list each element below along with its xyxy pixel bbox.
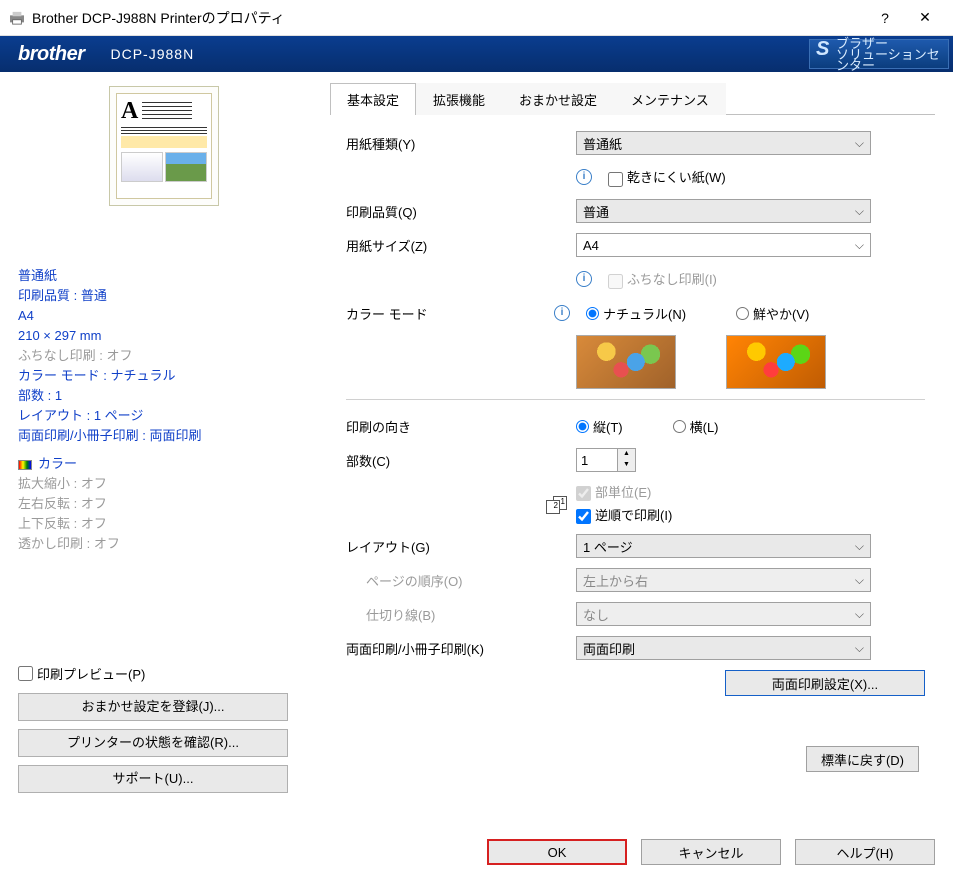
quality-label: 印刷品質(Q) — [346, 202, 576, 221]
spinner-up-icon[interactable]: ▲ — [618, 449, 635, 460]
borderless-checkbox[interactable]: ふちなし印刷(I) — [608, 269, 717, 288]
landscape-radio[interactable]: 横(L) — [673, 417, 719, 436]
spinner-down-icon[interactable]: ▼ — [618, 460, 635, 471]
layout-select[interactable]: 1 ページ — [576, 534, 871, 558]
reset-defaults-button[interactable]: 標準に戻す(D) — [806, 746, 919, 772]
paper-size-label: 用紙サイズ(Z) — [346, 236, 576, 255]
summary-color: カラー — [18, 454, 310, 474]
summary-size: A4 — [18, 306, 310, 326]
cancel-button[interactable]: キャンセル — [641, 839, 781, 865]
summary-flip: 上下反転 : オフ — [18, 514, 310, 534]
tab-bar: 基本設定 拡張機能 おまかせ設定 メンテナンス — [330, 82, 935, 115]
portrait-radio[interactable]: 縦(T) — [576, 417, 623, 436]
tab-maintenance[interactable]: メンテナンス — [614, 83, 726, 115]
summary-media: 普通紙 — [18, 266, 310, 286]
window-title: Brother DCP-J988N Printerのプロパティ — [32, 8, 865, 28]
close-button[interactable]: ✕ — [905, 3, 945, 33]
duplex-settings-button[interactable]: 両面印刷設定(X)... — [725, 670, 925, 696]
info-icon[interactable]: i — [576, 271, 592, 287]
layout-label: レイアウト(G) — [346, 537, 576, 556]
page-order-label: ページの順序(O) — [346, 571, 576, 590]
titlebar: Brother DCP-J988N Printerのプロパティ ? ✕ — [0, 0, 953, 36]
summary-quality: 印刷品質 : 普通 — [18, 286, 310, 306]
printer-icon — [8, 11, 26, 25]
reverse-order-checkbox[interactable]: 逆順で印刷(I) — [576, 505, 672, 524]
color-mode-label: カラー モード — [346, 304, 576, 323]
settings-summary: 普通紙 印刷品質 : 普通 A4 210 × 297 mm ふちなし印刷 : オ… — [18, 266, 310, 554]
brand-bar: brother DCP-J988N S ブラザーソリューションセンター — [0, 36, 953, 72]
orientation-label: 印刷の向き — [346, 417, 576, 436]
vivid-thumbnail — [726, 335, 826, 389]
solutions-center-button[interactable]: S ブラザーソリューションセンター — [809, 39, 949, 69]
summary-layout: レイアウト : 1 ページ — [18, 406, 310, 426]
help-button[interactable]: ヘルプ(H) — [795, 839, 935, 865]
media-type-select[interactable]: 普通紙 — [576, 131, 871, 155]
print-preview-checkbox[interactable]: 印刷プレビュー(P) — [18, 664, 310, 683]
tab-advanced[interactable]: 拡張機能 — [416, 83, 502, 115]
brother-logo: brother — [18, 43, 85, 66]
summary-dims: 210 × 297 mm — [18, 326, 310, 346]
copies-input[interactable] — [577, 449, 617, 471]
media-type-label: 用紙種類(Y) — [346, 134, 576, 153]
copies-label: 部数(C) — [346, 451, 576, 470]
info-icon[interactable]: i — [554, 305, 570, 321]
summary-copies: 部数 : 1 — [18, 386, 310, 406]
summary-mirror: 左右反転 : オフ — [18, 494, 310, 514]
summary-borderless: ふちなし印刷 : オフ — [18, 346, 310, 366]
color-vivid-radio[interactable]: 鮮やか(V) — [736, 304, 809, 323]
preview-thumbnail: A — [109, 86, 219, 206]
register-preset-button[interactable]: おまかせ設定を登録(J)... — [18, 693, 288, 721]
help-button[interactable]: ? — [865, 3, 905, 33]
page-order-select: 左上から右 — [576, 568, 871, 592]
model-name: DCP-J988N — [111, 46, 195, 62]
tab-presets[interactable]: おまかせ設定 — [502, 83, 614, 115]
quality-select[interactable]: 普通 — [576, 199, 871, 223]
summary-scale: 拡大縮小 : オフ — [18, 474, 310, 494]
duplex-select[interactable]: 両面印刷 — [576, 636, 871, 660]
info-icon[interactable]: i — [576, 169, 592, 185]
summary-duplex: 両面印刷/小冊子印刷 : 両面印刷 — [18, 426, 310, 446]
border-line-label: 仕切り線(B) — [346, 605, 576, 624]
divider — [346, 399, 925, 400]
natural-thumbnail — [576, 335, 676, 389]
printer-status-button[interactable]: プリンターの状態を確認(R)... — [18, 729, 288, 757]
summary-watermark: 透かし印刷 : オフ — [18, 534, 310, 554]
border-line-select: なし — [576, 602, 871, 626]
dialog-button-bar: OK キャンセル ヘルプ(H) — [487, 839, 935, 865]
sidebar: A 普通紙 印刷品質 : 普通 A4 210 × 297 mm ふちなし印刷 :… — [0, 72, 320, 832]
main-panel: 基本設定 拡張機能 おまかせ設定 メンテナンス 用紙種類(Y) 普通紙 i 乾き… — [320, 72, 953, 832]
copies-spinner[interactable]: ▲▼ — [576, 448, 636, 472]
duplex-label: 両面印刷/小冊子印刷(K) — [346, 639, 576, 658]
color-swatch-icon — [18, 460, 32, 470]
summary-colormode: カラー モード : ナチュラル — [18, 366, 310, 386]
collate-checkbox[interactable]: 部単位(E) — [576, 482, 651, 501]
solutions-s-icon: S — [816, 44, 829, 55]
tab-basic[interactable]: 基本設定 — [330, 83, 416, 115]
ok-button[interactable]: OK — [487, 839, 627, 865]
color-natural-radio[interactable]: ナチュラル(N) — [586, 304, 686, 323]
support-button[interactable]: サポート(U)... — [18, 765, 288, 793]
paper-size-select[interactable]: A4 — [576, 233, 871, 257]
slow-dry-checkbox[interactable]: 乾きにくい紙(W) — [608, 167, 726, 186]
